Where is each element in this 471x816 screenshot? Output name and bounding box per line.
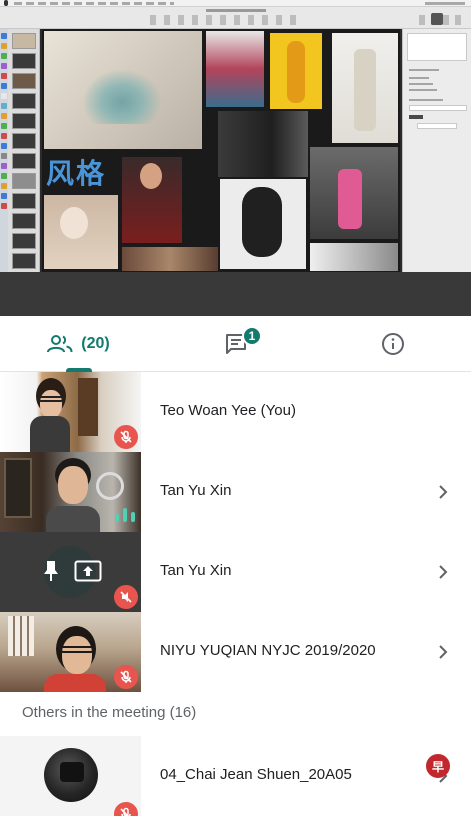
slide-thumb <box>12 253 36 269</box>
inspector-tabs <box>407 33 467 61</box>
mic-off-icon <box>114 802 138 816</box>
menu-items <box>14 2 174 5</box>
chevron-right-icon[interactable] <box>436 564 450 580</box>
inspector-dropdown <box>409 105 467 111</box>
inspector-label <box>409 89 437 91</box>
slide-thumb <box>12 73 36 89</box>
slide-thumb <box>12 33 36 49</box>
mic-off-icon <box>114 665 138 689</box>
document-title <box>206 9 266 12</box>
speaking-indicator <box>115 508 135 522</box>
participant-tile <box>0 452 141 532</box>
mic-off-icon <box>114 425 138 449</box>
keynote-toolbar <box>0 7 471 29</box>
inspector-label <box>409 99 443 101</box>
participant-name: Tan Yu Xin <box>160 562 232 579</box>
pin-icon <box>44 561 58 581</box>
publisher-logo: 早 <box>426 754 450 778</box>
chevron-right-icon[interactable] <box>436 644 450 660</box>
photo-portrait-face <box>140 163 162 189</box>
photo-pink-figure <box>338 169 362 229</box>
slide-thumb <box>12 173 36 189</box>
participant-tile <box>0 372 141 452</box>
participant-name: Tan Yu Xin <box>160 482 232 499</box>
toolbar-icons <box>150 15 300 25</box>
video-band <box>0 272 471 316</box>
inspector-label <box>409 83 433 85</box>
menubar-status <box>425 2 465 5</box>
participant-row[interactable]: Tan Yu Xin <box>0 452 471 532</box>
photo-crowd-2 <box>310 243 398 271</box>
participant-tile <box>0 532 141 612</box>
present-icon <box>74 560 102 582</box>
participant-name: Teo Woan Yee (You) <box>160 402 296 419</box>
slide-title-left: 风格 <box>46 157 107 190</box>
inspector-label <box>409 69 439 71</box>
photo-sculpture-shape <box>242 187 282 257</box>
tab-people[interactable]: (20) <box>0 316 157 372</box>
slide-thumb <box>12 113 36 129</box>
slide-thumb <box>12 193 36 209</box>
photo-yellow-figure <box>287 41 305 103</box>
apple-icon <box>4 0 8 6</box>
participant-name: NIYU YUQIAN NYJC 2019/2020 <box>160 642 376 659</box>
photo-opera-face <box>60 207 88 239</box>
others-header-label: Others in the meeting (16) <box>22 704 197 721</box>
inspector-label <box>409 77 429 79</box>
photo-white-figure <box>354 49 376 131</box>
people-icon <box>47 335 73 353</box>
slide-thumb <box>12 53 36 69</box>
participant-row[interactable]: 04_Chai Jean Shuen_20A05 <box>0 736 471 816</box>
mac-menubar <box>0 0 471 7</box>
format-inspector <box>402 29 471 272</box>
tab-bar: (20) <box>0 316 471 372</box>
shared-screen: 风格 <box>0 0 471 272</box>
participant-row[interactable]: Tan Yu Xin <box>0 532 471 612</box>
slide-thumb <box>12 93 36 109</box>
photo-detail <box>82 69 162 124</box>
inspector-button <box>417 123 457 129</box>
tab-info[interactable] <box>314 316 471 372</box>
slide-thumb <box>12 153 36 169</box>
participant-list: Teo Woan Yee (You) Tan Yu Xin Tan Yu Xin… <box>0 372 471 692</box>
participant-row[interactable]: NIYU YUQIAN NYJC 2019/2020 <box>0 612 471 692</box>
inspector-swatch <box>409 115 423 119</box>
participant-row[interactable]: Teo Woan Yee (You) <box>0 372 471 452</box>
others-section-header: Others in the meeting (16) <box>0 692 471 736</box>
chevron-right-icon[interactable] <box>436 484 450 500</box>
format-icon <box>431 13 443 25</box>
photo-crowd-1 <box>122 247 218 271</box>
keynote-slide: 风格 <box>42 29 400 272</box>
slide-thumb <box>12 133 36 149</box>
people-count: (20) <box>81 335 110 352</box>
participant-tile <box>0 612 141 692</box>
slide-thumb <box>12 213 36 229</box>
chat-unread-badge: 1 <box>242 326 262 346</box>
mic-off-icon <box>114 585 138 609</box>
dock <box>0 29 8 272</box>
participant-tile <box>0 736 141 816</box>
participant-name: 04_Chai Jean Shuen_20A05 <box>160 766 352 783</box>
photo-group <box>206 31 264 107</box>
tab-chat[interactable] <box>157 316 314 372</box>
slide-thumb <box>12 233 36 249</box>
photo-suit <box>218 111 308 177</box>
info-icon <box>381 333 404 355</box>
